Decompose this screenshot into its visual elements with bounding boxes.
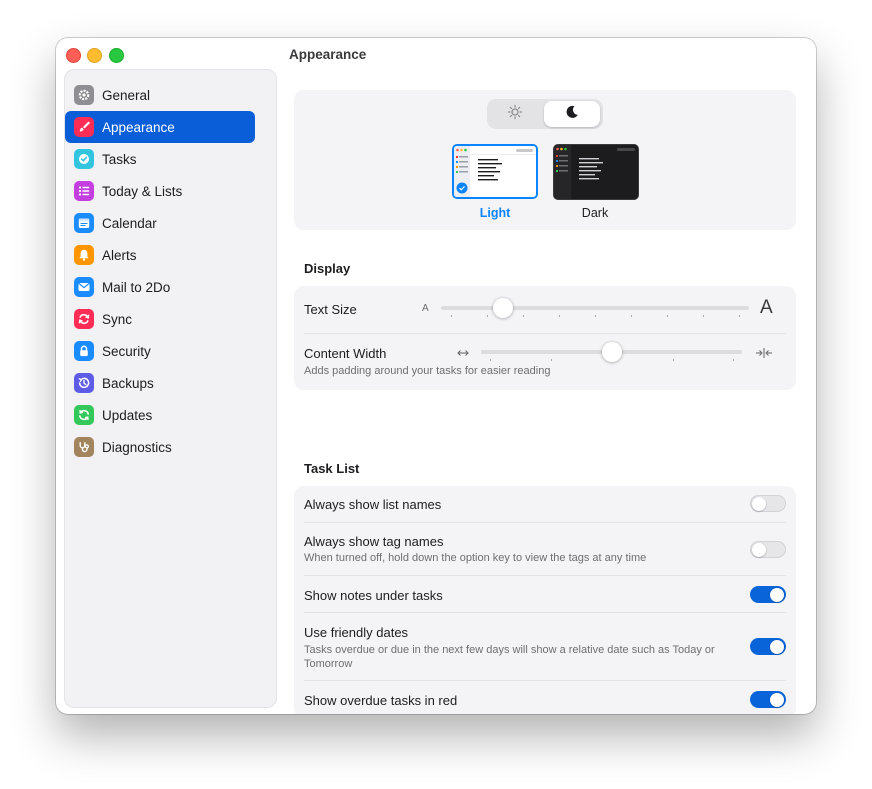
use-friendly-dates-toggle[interactable] xyxy=(750,638,786,655)
text-size-label: Text Size xyxy=(304,302,357,317)
zoom-window-button[interactable] xyxy=(109,48,124,63)
task-list-row-label: Always show list names xyxy=(304,497,442,512)
calendar-icon xyxy=(74,213,94,233)
sidebar-item-label: Alerts xyxy=(102,247,137,263)
sidebar-item-general[interactable]: General xyxy=(65,79,255,111)
task-list-row-description: Tasks overdue or due in the next few day… xyxy=(304,644,715,670)
sidebar-item-diagnostics[interactable]: Diagnostics xyxy=(65,431,255,463)
text-size-slider-track[interactable] xyxy=(441,306,749,310)
show-overdue-tasks-in-red-toggle[interactable] xyxy=(750,691,786,708)
sidebar-item-backups[interactable]: Backups xyxy=(65,367,255,399)
task-list-divider xyxy=(304,575,786,576)
sync-icon xyxy=(74,309,94,329)
sidebar-item-appearance[interactable]: Appearance xyxy=(65,111,255,143)
task-list-row-label: Always show tag names xyxy=(304,534,444,549)
sidebar-item-tasks[interactable]: Tasks xyxy=(65,143,255,175)
task-list-card: Always show list names Always show tag n… xyxy=(294,486,796,714)
show-notes-under-tasks-toggle[interactable] xyxy=(750,586,786,603)
sun-icon xyxy=(507,104,523,125)
light-theme-label[interactable]: Light xyxy=(453,206,537,220)
sidebar-item-label: Diagnostics xyxy=(102,439,172,455)
display-section-title: Display xyxy=(304,261,351,276)
text-size-large-label: A xyxy=(760,297,773,318)
paintbrush-icon xyxy=(74,117,94,137)
moon-icon xyxy=(564,104,580,125)
preferences-window: Appearance General Appearance Tasks Toda… xyxy=(56,38,816,714)
always-show-tag-names-toggle[interactable] xyxy=(750,541,786,558)
sidebar-item-label: Appearance xyxy=(102,119,175,135)
sidebar-item-label: Sync xyxy=(102,311,133,327)
sidebar-item-mail-to-2do[interactable]: Mail to 2Do xyxy=(65,271,255,303)
task-list-divider xyxy=(304,680,786,681)
display-divider xyxy=(304,333,786,334)
sidebar-item-label: General xyxy=(102,87,151,103)
content-width-slider-knob[interactable] xyxy=(601,342,622,362)
dark-theme-label[interactable]: Dark xyxy=(553,206,637,220)
gear-icon xyxy=(74,85,94,105)
checkmark-circle-icon xyxy=(74,149,94,169)
clock-history-icon xyxy=(74,373,94,393)
bell-icon xyxy=(74,245,94,265)
task-list-row-label: Show notes under tasks xyxy=(304,588,443,603)
sidebar-item-label: Updates xyxy=(102,407,153,423)
display-card: Text Size A A Content Width Adds padding… xyxy=(294,286,796,390)
task-list-divider xyxy=(304,612,786,613)
sidebar-item-alerts[interactable]: Alerts xyxy=(65,239,255,271)
sidebar-item-label: Backups xyxy=(102,375,154,391)
dark-mode-segment[interactable] xyxy=(544,101,600,127)
sidebar-item-security[interactable]: Security xyxy=(65,335,255,367)
theme-card: Light Dark xyxy=(294,90,796,230)
stethoscope-icon xyxy=(74,437,94,457)
window-title: Appearance xyxy=(289,47,367,62)
expand-arrows-icon xyxy=(456,346,470,364)
sidebar-item-updates[interactable]: Updates xyxy=(65,399,255,431)
lock-icon xyxy=(74,341,94,361)
content-width-description: Adds padding around your tasks for easie… xyxy=(304,365,551,377)
envelope-icon xyxy=(74,277,94,297)
refresh-icon xyxy=(74,405,94,425)
list-icon xyxy=(74,181,94,201)
task-list-section-title: Task List xyxy=(304,461,360,476)
sidebar-item-label: Calendar xyxy=(102,215,157,231)
task-list-row-label: Use friendly dates xyxy=(304,625,409,640)
sidebar-item-today-lists[interactable]: Today & Lists xyxy=(65,175,255,207)
sidebar-item-calendar[interactable]: Calendar xyxy=(65,207,255,239)
sidebar-nav: General Appearance Tasks Today & Lists C… xyxy=(65,79,255,463)
text-size-small-label: A xyxy=(422,303,429,314)
always-show-list-names-toggle[interactable] xyxy=(750,495,786,512)
sidebar-item-label: Today & Lists xyxy=(102,183,183,199)
light-theme-thumbnail[interactable] xyxy=(452,144,538,199)
close-window-button[interactable] xyxy=(66,48,81,63)
task-list-divider xyxy=(304,522,786,523)
compress-arrows-icon xyxy=(755,346,773,364)
dark-theme-thumbnail[interactable] xyxy=(553,144,639,200)
text-size-slider-knob[interactable] xyxy=(492,298,513,318)
sidebar-item-label: Mail to 2Do xyxy=(102,279,171,295)
content-width-label: Content Width xyxy=(304,346,387,361)
sidebar-item-sync[interactable]: Sync xyxy=(65,303,255,335)
sidebar-item-label: Security xyxy=(102,343,151,359)
task-list-row-description: When turned off, hold down the option ke… xyxy=(304,552,647,564)
task-list-row-label: Show overdue tasks in red xyxy=(304,693,458,708)
sidebar-item-label: Tasks xyxy=(102,151,137,167)
theme-segmented-control xyxy=(487,99,603,129)
minimize-window-button[interactable] xyxy=(87,48,102,63)
light-mode-segment[interactable] xyxy=(487,99,543,129)
